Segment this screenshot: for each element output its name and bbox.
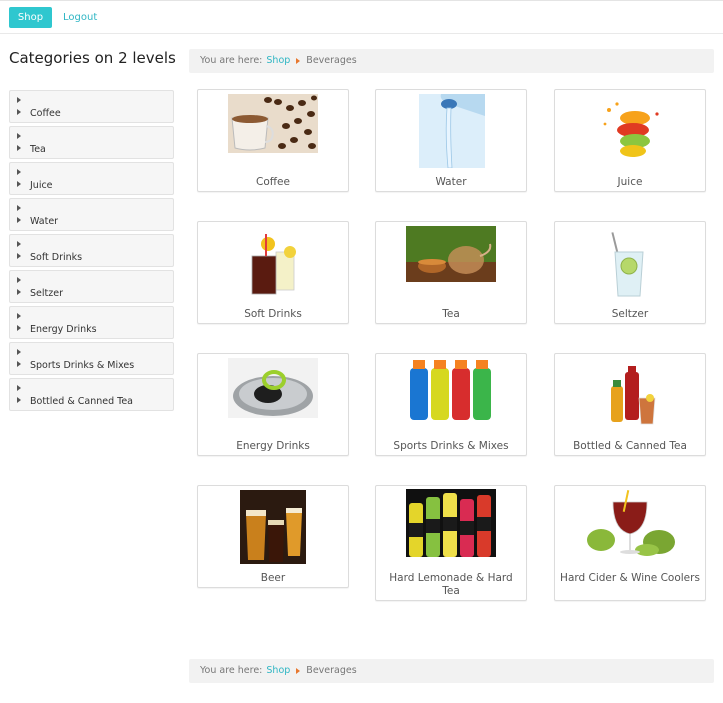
triangle-right-icon [17,325,21,331]
triangle-right-icon [17,361,21,367]
logout-link[interactable]: Logout [63,12,97,23]
category-item-seltzer[interactable]: Seltzer [9,270,174,303]
category-item-sports-drinks[interactable]: Sports Drinks & Mixes [9,342,174,375]
triangle-right-icon [17,97,21,103]
category-item-energy-drinks[interactable]: Energy Drinks [9,306,174,339]
triangle-right-icon [17,397,21,403]
triangle-right-icon [17,253,21,259]
product-title[interactable]: Bottled & Canned Tea [559,440,701,453]
juice-image[interactable] [595,94,667,166]
product-title[interactable]: Coffee [202,176,344,189]
product-card-bottled-canned-tea[interactable]: Bottled & Canned Tea [554,353,706,456]
product-card-hard-cider[interactable]: Hard Cider & Wine Coolers [554,485,706,601]
category-item-juice[interactable]: Juice [9,162,174,195]
triangle-right-icon [17,289,21,295]
category-item-tea[interactable]: Tea [9,126,174,159]
sports-drinks-image[interactable] [406,358,496,422]
breadcrumb-current: Beverages [306,55,357,66]
product-title[interactable]: Juice [559,176,701,189]
triangle-right-icon [296,57,301,64]
category-label[interactable]: Energy Drinks [30,324,97,335]
soft-drinks-image[interactable] [246,230,302,296]
product-card-soft-drinks[interactable]: Soft Drinks [197,221,349,324]
breadcrumb-prefix: You are here: [200,665,263,676]
bottled-canned-tea-image[interactable] [605,364,659,426]
product-card-tea[interactable]: Tea [375,221,527,324]
product-title[interactable]: Seltzer [559,308,701,321]
category-label[interactable]: Coffee [30,108,61,119]
product-card-beer[interactable]: Beer [197,485,349,588]
category-item-soft-drinks[interactable]: Soft Drinks [9,234,174,267]
product-title[interactable]: Tea [380,308,522,321]
product-card-juice[interactable]: Juice [554,89,706,192]
triangle-right-icon [17,205,21,211]
product-title[interactable]: Sports Drinks & Mixes [380,440,522,453]
breadcrumb-shop-link[interactable]: Shop [266,665,290,676]
product-card-sports-drinks[interactable]: Sports Drinks & Mixes [375,353,527,456]
triangle-right-icon [296,667,301,674]
category-label[interactable]: Bottled & Canned Tea [30,396,133,407]
triangle-right-icon [17,109,21,115]
product-card-seltzer[interactable]: Seltzer [554,221,706,324]
categories-title: Categories on 2 levels [9,49,176,67]
product-title[interactable]: Water [380,176,522,189]
category-label[interactable]: Water [30,216,58,227]
triangle-right-icon [17,313,21,319]
coffee-image[interactable] [228,94,318,153]
category-list: Coffee Tea Juice Water Soft Drinks Seltz… [9,90,174,414]
tea-image[interactable] [406,226,496,282]
product-title[interactable]: Beer [202,572,344,585]
product-title[interactable]: Soft Drinks [202,308,344,321]
triangle-right-icon [17,133,21,139]
category-label[interactable]: Juice [30,180,53,191]
triangle-right-icon [17,277,21,283]
breadcrumb-prefix: You are here: [200,55,263,66]
breadcrumb-shop-link[interactable]: Shop [266,55,290,66]
top-bar: Shop Logout [0,0,723,34]
triangle-right-icon [17,385,21,391]
category-label[interactable]: Sports Drinks & Mixes [30,360,134,371]
product-title[interactable]: Hard Lemonade & Hard Tea [380,572,522,598]
seltzer-image[interactable] [607,232,651,300]
hard-cider-image[interactable] [585,490,675,556]
triangle-right-icon [17,349,21,355]
category-label[interactable]: Seltzer [30,288,63,299]
water-image[interactable] [419,94,485,168]
shop-button[interactable]: Shop [9,7,52,28]
product-card-energy-drinks[interactable]: Energy Drinks [197,353,349,456]
category-label[interactable]: Soft Drinks [30,252,82,263]
product-card-hard-lemonade[interactable]: Hard Lemonade & Hard Tea [375,485,527,601]
triangle-right-icon [17,181,21,187]
product-card-water[interactable]: Water [375,89,527,192]
triangle-right-icon [17,169,21,175]
category-item-water[interactable]: Water [9,198,174,231]
product-title[interactable]: Energy Drinks [202,440,344,453]
triangle-right-icon [17,217,21,223]
category-item-bottled-canned-tea[interactable]: Bottled & Canned Tea [9,378,174,411]
triangle-right-icon [17,241,21,247]
hard-lemonade-image[interactable] [406,489,496,557]
product-title[interactable]: Hard Cider & Wine Coolers [559,572,701,585]
category-item-coffee[interactable]: Coffee [9,90,174,123]
product-card-coffee[interactable]: Coffee [197,89,349,192]
energy-drinks-image[interactable] [228,358,318,418]
beer-image[interactable] [240,490,306,564]
breadcrumb-current: Beverages [306,665,357,676]
breadcrumb: You are here: Shop Beverages [189,49,714,73]
category-label[interactable]: Tea [30,144,46,155]
breadcrumb-bottom: You are here: Shop Beverages [189,659,714,683]
triangle-right-icon [17,145,21,151]
